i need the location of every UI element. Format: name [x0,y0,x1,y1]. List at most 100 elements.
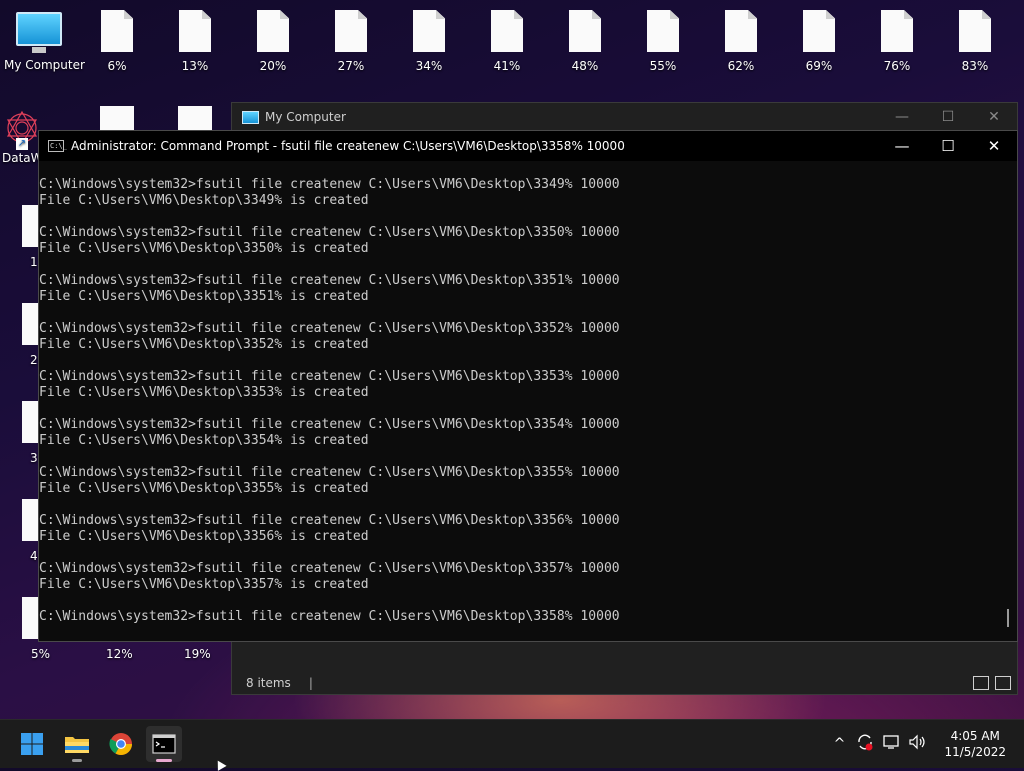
desktop-file-icon[interactable]: 55% [628,10,698,73]
console-line: C:\Windows\system32>fsutil file createne… [39,273,620,288]
volume-icon[interactable] [906,734,928,754]
status-separator: | [308,676,313,690]
taskbar-clock[interactable]: 4:05 AM 11/5/2022 [944,728,1006,760]
console-line: File C:\Users\VM6\Desktop\3356% is creat… [39,529,369,544]
console-output[interactable]: C:\Windows\system32>fsutil file createne… [39,177,999,641]
desktop-file-label: 34% [415,59,443,73]
desktop-file-label: 3 [30,451,38,465]
console-line: File C:\Users\VM6\Desktop\3350% is creat… [39,241,369,256]
show-hidden-icons-chevron[interactable]: ^ [828,736,850,752]
console-line: File C:\Users\VM6\Desktop\3352% is creat… [39,337,369,352]
minimize-button[interactable]: — [879,109,925,125]
desktop-icon-my-computer[interactable]: My Computer [4,10,85,72]
taskbar-file-explorer[interactable] [59,726,95,762]
console-line: C:\Windows\system32>fsutil file createne… [39,561,620,576]
document-icon [257,10,289,52]
desktop-file-label: 19% [184,647,211,661]
desktop-file-icon[interactable]: 41% [472,10,542,73]
system-tray: ^ 4:05 AM 11/5/2022 [826,720,1024,768]
running-indicator [72,759,82,762]
close-button[interactable]: ✕ [971,137,1017,155]
desktop-file-icon[interactable]: 76% [862,10,932,73]
document-icon [959,10,991,52]
windows-logo-icon [21,733,43,755]
desktop-file-icon[interactable]: 83% [940,10,1010,73]
desktop-file-icon[interactable]: 69% [784,10,854,73]
close-button[interactable]: ✕ [971,109,1017,125]
desktop-file-icon[interactable]: 13% [160,10,230,73]
console-line: C:\Windows\system32>fsutil file createne… [39,513,620,528]
desktop-icon-label: My Computer [4,58,85,72]
view-toggle [973,676,1011,690]
folder-icon [65,737,89,753]
desktop-file-label: 76% [883,59,911,73]
desktop-file-icon[interactable]: 48% [550,10,620,73]
desktop-file-icon[interactable]: 6% [82,10,152,73]
scrollbar-thumb[interactable] [1007,609,1009,627]
computer-monitor-icon [16,12,62,53]
desktop-file-label: 20% [259,59,287,73]
desktop-file-icon[interactable]: 62% [706,10,776,73]
running-indicator [156,759,172,762]
item-count: 8 items [246,676,291,690]
details-view-icon[interactable] [973,676,989,690]
explorer-title: My Computer [265,110,346,124]
cmd-app-icon: C:\_ [48,140,67,152]
taskbar-command-prompt[interactable] [146,726,182,762]
document-icon [491,10,523,52]
document-icon [647,10,679,52]
desktop-file-label: 13% [181,59,209,73]
sync-alert-icon[interactable] [854,733,876,755]
desktop-file-label: 5% [31,647,51,661]
desktop-file-icon[interactable]: 34% [394,10,464,73]
clock-time: 4:05 AM [950,729,1000,743]
computer-icon [242,110,259,124]
console-line: C:\Windows\system32>fsutil file createne… [39,417,620,432]
cmd-title: Administrator: Command Prompt - fsutil f… [71,139,625,153]
desktop-icon-label: DataW [2,151,43,165]
chrome-icon [109,733,132,755]
desktop-file-label: 6% [107,59,127,73]
console-line: File C:\Users\VM6\Desktop\3357% is creat… [39,577,369,592]
desktop-icon-datawiper[interactable]: ↗ DataW [2,108,43,165]
network-icon[interactable] [880,734,902,754]
desktop-file-label: 12% [106,647,133,661]
desktop-file-icon[interactable] [178,106,212,130]
explorer-titlebar[interactable]: My Computer — ☐ ✕ [232,103,1017,131]
document-icon [179,10,211,52]
console-line: File C:\Users\VM6\Desktop\3351% is creat… [39,289,369,304]
console-line: File C:\Users\VM6\Desktop\3349% is creat… [39,193,369,208]
console-line: File C:\Users\VM6\Desktop\3355% is creat… [39,481,369,496]
console-line: C:\Windows\system32>fsutil file createne… [39,177,620,192]
start-button[interactable] [14,726,50,762]
desktop-file-label: 41% [493,59,521,73]
document-icon [881,10,913,52]
desktop-file-icon[interactable] [100,106,134,130]
minimize-button[interactable]: — [879,137,925,155]
maximize-button[interactable]: ☐ [925,109,971,125]
document-icon [413,10,445,52]
taskbar: ^ 4:05 AM 11/5/2022 [0,719,1024,768]
console-line: C:\Windows\system32>fsutil file createne… [39,369,620,384]
desktop-file-icon[interactable]: 27% [316,10,386,73]
document-icon [101,10,133,52]
desktop-file-icon[interactable]: 20% [238,10,308,73]
desktop-file-label: 48% [571,59,599,73]
explorer-statusbar: 8 items | [232,672,1017,694]
command-prompt-window[interactable]: C:\_ Administrator: Command Prompt - fsu… [38,130,1018,642]
taskbar-chrome[interactable] [103,726,139,762]
console-line: File C:\Users\VM6\Desktop\3354% is creat… [39,433,369,448]
maximize-button[interactable]: ☐ [925,137,971,155]
cmd-titlebar[interactable]: C:\_ Administrator: Command Prompt - fsu… [39,131,1017,161]
shortcut-arrow-icon: ↗ [16,138,28,150]
large-icons-view-icon[interactable] [995,676,1011,690]
document-icon [569,10,601,52]
desktop-file-label: 55% [649,59,677,73]
